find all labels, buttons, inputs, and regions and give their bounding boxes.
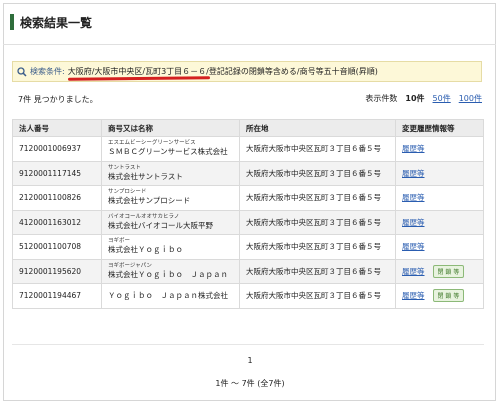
- address: 大阪府大阪市中央区瓦町３丁目６番５号: [239, 185, 396, 211]
- pagination: 1: [0, 356, 500, 365]
- conditions-text-wrap: 大阪府/大阪市中央区/瓦町3丁目６－６/登記記録の閉鎖等含める/商号等五十音順(…: [67, 66, 378, 81]
- company-name-cell: サンプロシード 株式会社サンプロシード: [101, 185, 240, 211]
- corporate-number: 9120001195620: [12, 258, 102, 284]
- address: 大阪府大阪市中央区瓦町３丁目６番５号: [239, 209, 396, 235]
- history-cell: 履歴等: [395, 136, 484, 162]
- address: 大阪府大阪市中央区瓦町３丁目６番５号: [239, 234, 396, 260]
- history-cell: 履歴等: [395, 185, 484, 211]
- company-name: ＳＭＢＣグリーンサービス株式会社: [108, 147, 228, 157]
- history-link[interactable]: 履歴等: [402, 242, 425, 251]
- company-name-cell: ヨギボージャパン 株式会社Ｙｏｇｉｂｏ Ｊａｐａｎ: [101, 258, 240, 284]
- address: 大阪府大阪市中央区瓦町３丁目６番５号: [239, 136, 396, 162]
- closed-badge: 閉 鎖 等: [432, 264, 465, 278]
- history-cell: 履歴等: [395, 234, 484, 260]
- history-link[interactable]: 履歴等: [402, 267, 425, 276]
- table-row: 7120001194467 Ｙｏｇｉｂｏ Ｊａｐａｎ株式会社 大阪府大阪市中央区瓦町…: [12, 283, 484, 309]
- conditions-label: 検索条件:: [30, 67, 65, 76]
- column-header-name: 商号又は名称: [101, 119, 240, 137]
- company-name-cell: ヨギボー 株式会社Ｙｏｇｉｂｏ: [101, 234, 240, 260]
- company-name-cell: バイオコールオオサカヒラノ 株式会社バイオコール大阪平野: [101, 209, 240, 235]
- table-row: 4120001163012 バイオコールオオサカヒラノ 株式会社バイオコール大阪平野…: [12, 209, 484, 235]
- company-name-cell: Ｙｏｇｉｂｏ Ｊａｐａｎ株式会社: [101, 283, 240, 309]
- company-name: 株式会社サンプロシード: [108, 196, 191, 206]
- history-link[interactable]: 履歴等: [402, 291, 425, 300]
- corporate-number: 4120001163012: [12, 209, 102, 235]
- history-cell: 履歴等: [395, 209, 484, 235]
- table-bottom-divider: [12, 344, 484, 345]
- company-name: 株式会社Ｙｏｇｉｂｏ: [108, 245, 183, 255]
- table-row: 7120001006937 エスエムビーシーグリーンサービス ＳＭＢＣグリーンサービ…: [12, 136, 484, 162]
- per-page-selected: 10件: [405, 94, 425, 103]
- table-row: 9120001117145 サントラスト 株式会社サントラスト 大阪府大阪市中央区瓦町…: [12, 160, 484, 186]
- search-icon: [17, 66, 27, 77]
- company-name: Ｙｏｇｉｂｏ Ｊａｐａｎ株式会社: [108, 290, 228, 300]
- table-header-row: 法人番号 商号又は名称 所在地 変更履歴情報等: [12, 119, 484, 137]
- company-name: 株式会社サントラスト: [108, 171, 183, 181]
- red-underline-annotation: [67, 76, 210, 81]
- company-kana: サントラスト: [108, 164, 141, 171]
- corporate-number: 7120001194467: [12, 283, 102, 309]
- per-page-option-50[interactable]: 50件: [433, 93, 451, 104]
- page-header: 検索結果一覧: [10, 14, 92, 30]
- page-title: 検索結果一覧: [20, 15, 93, 30]
- column-header-number: 法人番号: [12, 119, 102, 137]
- column-header-address: 所在地: [239, 119, 396, 137]
- table-row: 9120001195620 ヨギボージャパン 株式会社Ｙｏｇｉｂｏ Ｊａｐａｎ 大阪府…: [12, 258, 484, 284]
- results-table: 法人番号 商号又は名称 所在地 変更履歴情報等 7120001006937 エスエ…: [12, 119, 484, 309]
- corporate-number: 2120001100826: [12, 185, 102, 211]
- per-page-label: 表示件数: [365, 94, 398, 103]
- history-link[interactable]: 履歴等: [402, 144, 425, 153]
- company-name: 株式会社バイオコール大阪平野: [108, 220, 213, 230]
- table-row: 2120001100826 サンプロシード 株式会社サンプロシード 大阪府大阪市中央区…: [12, 185, 484, 211]
- header-divider: [3, 44, 496, 45]
- corporate-number: 5120001100708: [12, 234, 102, 260]
- history-cell: 履歴等: [395, 160, 484, 186]
- conditions-text: 大阪府/大阪市中央区/瓦町3丁目６－６/登記記録の閉鎖等含める/商号等五十音順(…: [67, 67, 378, 76]
- company-kana: ヨギボージャパン: [108, 262, 152, 269]
- address: 大阪府大阪市中央区瓦町３丁目６番５号: [239, 258, 396, 284]
- closed-badge: 閉 鎖 等: [432, 289, 465, 303]
- address: 大阪府大阪市中央区瓦町３丁目６番５号: [239, 283, 396, 309]
- title-accent-bar: [10, 14, 14, 30]
- history-link[interactable]: 履歴等: [402, 169, 425, 178]
- corporate-number: 9120001117145: [12, 160, 102, 186]
- history-cell: 履歴等閉 鎖 等: [395, 283, 484, 309]
- company-kana: バイオコールオオサカヒラノ: [108, 213, 180, 220]
- column-header-history: 変更履歴情報等: [395, 119, 484, 137]
- company-name-cell: エスエムビーシーグリーンサービス ＳＭＢＣグリーンサービス株式会社: [101, 136, 240, 162]
- history-link[interactable]: 履歴等: [402, 193, 425, 202]
- table-row: 5120001100708 ヨギボー 株式会社Ｙｏｇｉｂｏ 大阪府大阪市中央区瓦町３丁…: [12, 234, 484, 260]
- search-conditions-box: 検索条件: 大阪府/大阪市中央区/瓦町3丁目６－６/登記記録の閉鎖等含める/商号…: [12, 61, 482, 82]
- address: 大阪府大阪市中央区瓦町３丁目６番５号: [239, 160, 396, 186]
- per-page-selector: 表示件数 10件 50件 100件: [365, 93, 482, 104]
- result-count: 7件 見つかりました。: [18, 95, 98, 104]
- company-name: 株式会社Ｙｏｇｉｂｏ Ｊａｐａｎ: [108, 269, 228, 279]
- corporate-number: 7120001006937: [12, 136, 102, 162]
- company-name-cell: サントラスト 株式会社サントラスト: [101, 160, 240, 186]
- per-page-option-100[interactable]: 100件: [459, 93, 482, 104]
- current-page[interactable]: 1: [247, 356, 252, 365]
- history-link[interactable]: 履歴等: [402, 218, 425, 227]
- history-cell: 履歴等閉 鎖 等: [395, 258, 484, 284]
- result-range: 1件 ～ 7件 (全7件): [215, 379, 285, 388]
